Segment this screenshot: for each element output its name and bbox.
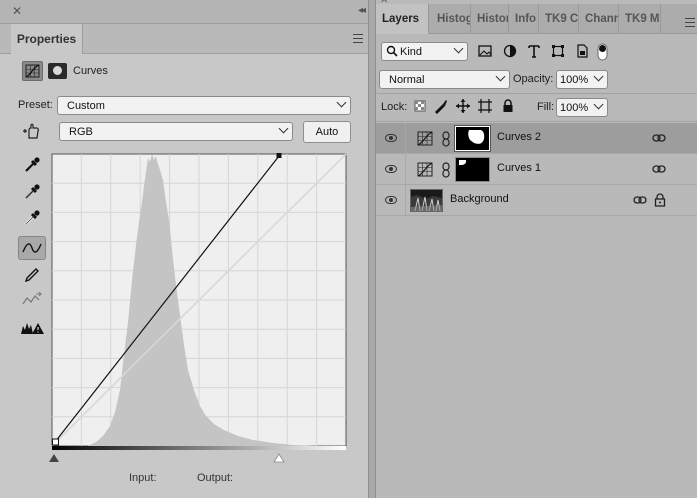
tab-properties[interactable]: Properties xyxy=(11,24,83,54)
tab-info[interactable]: Info xyxy=(509,4,539,34)
curves-adjustment-icon[interactable] xyxy=(22,61,43,81)
layer-row-curves-1[interactable]: Curves 1 xyxy=(376,154,697,185)
type-layer-filter-icon[interactable] xyxy=(526,43,542,59)
lock-icon xyxy=(654,193,666,210)
midtone-eyedropper-icon[interactable] xyxy=(18,180,46,204)
link-icon xyxy=(652,164,666,174)
lock-artboard-icon[interactable] xyxy=(477,98,493,114)
properties-title-bar: ✕ ◂◂ xyxy=(0,0,368,24)
background-thumbnail[interactable] xyxy=(410,189,443,212)
opacity-label: Opacity: xyxy=(513,73,554,85)
opacity-value: 100% xyxy=(560,73,589,86)
chevron-down-icon xyxy=(453,43,464,54)
link-icon xyxy=(633,195,647,205)
layer-name[interactable]: Background xyxy=(450,193,509,205)
chevron-down-icon xyxy=(593,71,604,82)
layer-mask-thumbnail[interactable] xyxy=(454,125,491,152)
chevron-down-icon xyxy=(336,97,347,108)
targeted-adjustment-hand-icon[interactable] xyxy=(21,122,43,142)
smart-object-filter-icon[interactable] xyxy=(574,43,590,59)
input-label: Input: xyxy=(129,472,157,484)
shape-layer-filter-icon[interactable] xyxy=(550,43,566,59)
panel-menu-icon[interactable] xyxy=(353,34,363,43)
mask-link-icon[interactable] xyxy=(441,162,451,181)
pixel-layer-filter-icon[interactable] xyxy=(477,43,493,59)
chevron-down-icon xyxy=(593,99,604,110)
blend-mode-value: Normal xyxy=(389,73,425,86)
tab-tk9-c[interactable]: TK9 C xyxy=(539,4,579,34)
panel-menu-icon[interactable] xyxy=(685,18,695,27)
visibility-toggle[interactable] xyxy=(376,185,406,216)
filter-kind-value: Kind xyxy=(400,45,423,58)
properties-panel: ✕ ◂◂ Properties Curves Preset: Custom RG… xyxy=(0,0,368,498)
visibility-toggle[interactable] xyxy=(376,154,406,185)
adjustment-layer-filter-icon[interactable] xyxy=(502,43,518,59)
tab-channels[interactable]: Chann xyxy=(579,4,619,34)
search-icon xyxy=(386,45,398,60)
edit-points-curve-icon[interactable] xyxy=(18,236,46,260)
divider xyxy=(376,93,697,94)
lock-all-icon[interactable] xyxy=(500,98,516,114)
fill-value: 100% xyxy=(560,101,589,114)
mask-link-icon[interactable] xyxy=(441,131,451,150)
collapse-icon[interactable]: ◂◂ xyxy=(358,5,366,16)
layer-row-background[interactable]: Background xyxy=(376,185,697,216)
fill-label: Fill: xyxy=(537,101,555,113)
tab-tk9-m[interactable]: TK9 M xyxy=(619,4,661,34)
tab-history[interactable]: Histor xyxy=(471,4,509,34)
blend-mode-dropdown[interactable]: Normal xyxy=(379,70,510,89)
lock-image-pixels-icon[interactable] xyxy=(432,98,448,114)
chevron-down-icon xyxy=(495,71,506,82)
lock-transparent-pixels-icon[interactable] xyxy=(412,98,428,114)
filter-kind-dropdown[interactable]: Kind xyxy=(381,42,468,61)
opacity-field[interactable]: 100% xyxy=(556,70,608,89)
clipping-warning-icon[interactable] xyxy=(18,316,46,340)
filter-toggle-icon[interactable] xyxy=(597,43,609,61)
preset-value: Custom xyxy=(67,99,105,112)
close-icon[interactable]: ✕ xyxy=(12,4,22,18)
channel-dropdown[interactable]: RGB xyxy=(59,122,293,141)
adjustment-title: Curves xyxy=(73,65,108,77)
lock-position-icon[interactable] xyxy=(455,98,471,114)
layer-name[interactable]: Curves 1 xyxy=(497,162,541,174)
chevron-down-icon xyxy=(278,123,289,134)
shadow-eyedropper-icon[interactable] xyxy=(18,153,46,177)
eye-icon xyxy=(385,165,397,173)
layer-row-curves-2[interactable]: Curves 2 xyxy=(376,123,697,154)
pencil-icon[interactable] xyxy=(18,261,46,285)
auto-button[interactable]: Auto xyxy=(303,121,351,143)
layers-tab-bar: Layers Histog Histor Info TK9 C Chann TK… xyxy=(376,4,697,34)
channel-value: RGB xyxy=(69,125,93,138)
layers-panel: ✕ Layers Histog Histor Info TK9 C Chann … xyxy=(376,0,697,498)
output-label: Output: xyxy=(197,472,234,484)
curves-adjustment-icon xyxy=(417,131,433,149)
lock-label: Lock: xyxy=(381,101,408,113)
eye-icon xyxy=(385,134,397,142)
preset-label: Preset: xyxy=(18,99,53,111)
highlight-eyedropper-icon[interactable] xyxy=(18,206,46,230)
curves-graph[interactable] xyxy=(48,150,350,466)
fill-field[interactable]: 100% xyxy=(556,98,608,117)
tab-layers[interactable]: Layers xyxy=(376,4,429,34)
smooth-curve-icon[interactable] xyxy=(18,288,46,312)
curves-adjustment-icon xyxy=(417,162,433,180)
layer-mask-thumbnail[interactable] xyxy=(455,157,490,182)
panel-divider[interactable] xyxy=(368,0,376,498)
preset-dropdown[interactable]: Custom xyxy=(57,96,351,115)
eye-icon xyxy=(385,196,397,204)
link-icon xyxy=(652,133,666,143)
visibility-toggle[interactable] xyxy=(376,123,406,154)
properties-tab-row: Properties xyxy=(0,24,368,54)
layer-name[interactable]: Curves 2 xyxy=(497,131,541,143)
tab-histogram[interactable]: Histog xyxy=(431,4,471,34)
divider xyxy=(376,121,697,122)
layer-mask-icon[interactable] xyxy=(48,63,67,79)
